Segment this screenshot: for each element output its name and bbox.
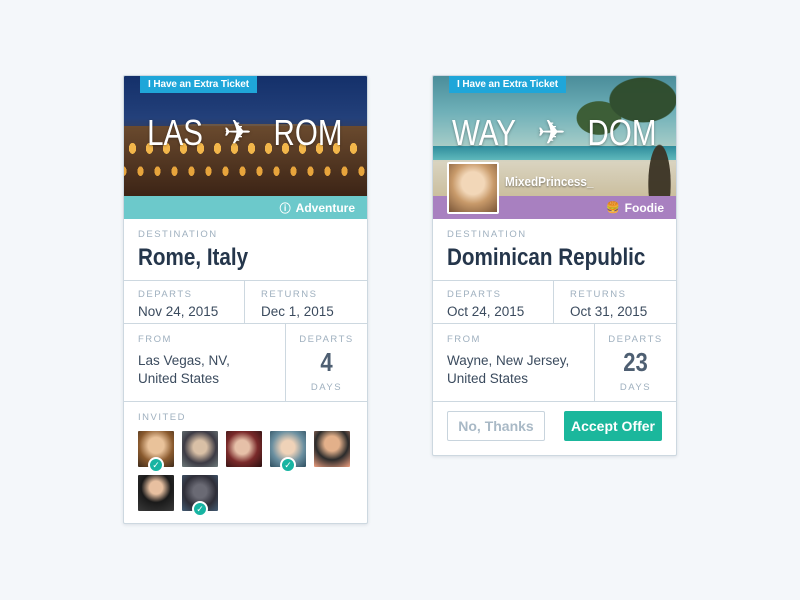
avatar[interactable]: ✓ bbox=[138, 431, 174, 473]
departs-value: Oct 24, 2015 bbox=[447, 304, 525, 319]
from-section: FROM Las Vegas, NV, United States DEPART… bbox=[124, 324, 367, 402]
airplane-icon: ✈ bbox=[537, 114, 566, 152]
from-label: FROM bbox=[447, 334, 481, 345]
countdown-unit: DAYS bbox=[619, 382, 652, 393]
avatar[interactable]: ✓ bbox=[270, 431, 306, 473]
returns-label: RETURNS bbox=[570, 289, 627, 300]
from-value: Wayne, New Jersey, United States bbox=[447, 352, 580, 388]
departs-label: DEPARTS bbox=[447, 289, 502, 300]
destination-code: ROM bbox=[273, 112, 343, 153]
from-section: FROM Wayne, New Jersey, United States DE… bbox=[433, 324, 676, 402]
accept-offer-button[interactable]: Accept Offer bbox=[564, 411, 662, 441]
returns-value: Oct 31, 2015 bbox=[570, 304, 648, 319]
countdown-cell: DEPARTS 23 DAYS bbox=[594, 324, 676, 401]
departs-cell: DEPARTS Nov 24, 2015 bbox=[124, 281, 244, 323]
invited-avatars: ✓ ✓ ✓ bbox=[138, 431, 353, 517]
destination-code: DOM bbox=[587, 112, 657, 153]
countdown-cell: DEPARTS 4 DAYS bbox=[285, 324, 367, 401]
destination-section: DESTINATION Rome, Italy bbox=[124, 219, 367, 281]
dates-section: DEPARTS Oct 24, 2015 RETURNS Oct 31, 201… bbox=[433, 281, 676, 324]
destination-label: DESTINATION bbox=[138, 229, 218, 240]
returns-value: Dec 1, 2015 bbox=[261, 304, 334, 319]
destination-value: Rome, Italy bbox=[138, 244, 249, 271]
trip-card-rome[interactable]: I Have an Extra Ticket LAS ✈ ROM ⓘ Adven… bbox=[123, 75, 368, 524]
from-cell: FROM Las Vegas, NV, United States bbox=[124, 324, 285, 401]
invited-label: INVITED bbox=[138, 412, 186, 423]
returns-cell: RETURNS Oct 31, 2015 bbox=[553, 281, 676, 323]
from-label: FROM bbox=[138, 334, 172, 345]
host-username[interactable]: MixedPrincess_ bbox=[505, 174, 593, 189]
destination-label: DESTINATION bbox=[447, 229, 527, 240]
avatar[interactable] bbox=[138, 475, 174, 511]
invited-section: INVITED ✓ ✓ ✓ bbox=[124, 402, 367, 523]
returns-label: RETURNS bbox=[261, 289, 318, 300]
category-label: Adventure bbox=[295, 200, 355, 215]
destination-section: DESTINATION Dominican Republic bbox=[433, 219, 676, 281]
route: LAS ✈ ROM bbox=[124, 112, 367, 154]
from-cell: FROM Wayne, New Jersey, United States bbox=[433, 324, 594, 401]
actions-section: No, Thanks Accept Offer bbox=[433, 402, 676, 455]
checkmark-icon: ✓ bbox=[280, 457, 296, 473]
avatar[interactable] bbox=[182, 431, 218, 467]
category-bar: ⓘ Adventure bbox=[124, 196, 367, 219]
extra-ticket-tag: I Have an Extra Ticket bbox=[140, 76, 258, 93]
hero-image-colosseum: I Have an Extra Ticket LAS ✈ ROM bbox=[124, 76, 367, 196]
from-line-2: United States bbox=[447, 371, 529, 386]
checkmark-icon: ✓ bbox=[192, 501, 208, 517]
route: WAY ✈ DOM bbox=[433, 112, 676, 154]
from-line-1: Wayne, New Jersey, bbox=[447, 353, 570, 368]
trip-card-dominican[interactable]: I Have an Extra Ticket WAY ✈ DOM MixedPr… bbox=[432, 75, 677, 456]
departs-value: Nov 24, 2015 bbox=[138, 304, 219, 319]
countdown-label: DEPARTS bbox=[608, 334, 663, 345]
avatar[interactable] bbox=[226, 431, 262, 467]
origin-code: LAS bbox=[147, 112, 204, 153]
origin-code: WAY bbox=[452, 112, 517, 153]
from-value: Las Vegas, NV, United States bbox=[138, 352, 271, 388]
countdown-value: 4 bbox=[320, 347, 333, 377]
host-avatar[interactable] bbox=[447, 162, 499, 214]
destination-value: Dominican Republic bbox=[447, 244, 646, 271]
avatar[interactable] bbox=[314, 431, 350, 467]
departs-label: DEPARTS bbox=[138, 289, 193, 300]
avatar[interactable]: ✓ bbox=[182, 475, 218, 517]
returns-cell: RETURNS Dec 1, 2015 bbox=[244, 281, 367, 323]
checkmark-icon: ✓ bbox=[148, 457, 164, 473]
dates-section: DEPARTS Nov 24, 2015 RETURNS Dec 1, 2015 bbox=[124, 281, 367, 324]
category-label: Foodie bbox=[624, 200, 664, 215]
countdown-label: DEPARTS bbox=[299, 334, 354, 345]
countdown-value: 23 bbox=[623, 347, 648, 377]
countdown-unit: DAYS bbox=[310, 382, 343, 393]
departs-cell: DEPARTS Oct 24, 2015 bbox=[433, 281, 553, 323]
extra-ticket-tag: I Have an Extra Ticket bbox=[449, 76, 567, 93]
burger-icon: 🍔 bbox=[605, 202, 620, 214]
from-line-2: United States bbox=[138, 371, 220, 386]
from-line-1: Las Vegas, NV, bbox=[138, 353, 230, 368]
airplane-icon: ✈ bbox=[223, 114, 252, 152]
compass-icon: ⓘ bbox=[279, 202, 291, 215]
no-thanks-button[interactable]: No, Thanks bbox=[447, 411, 545, 441]
